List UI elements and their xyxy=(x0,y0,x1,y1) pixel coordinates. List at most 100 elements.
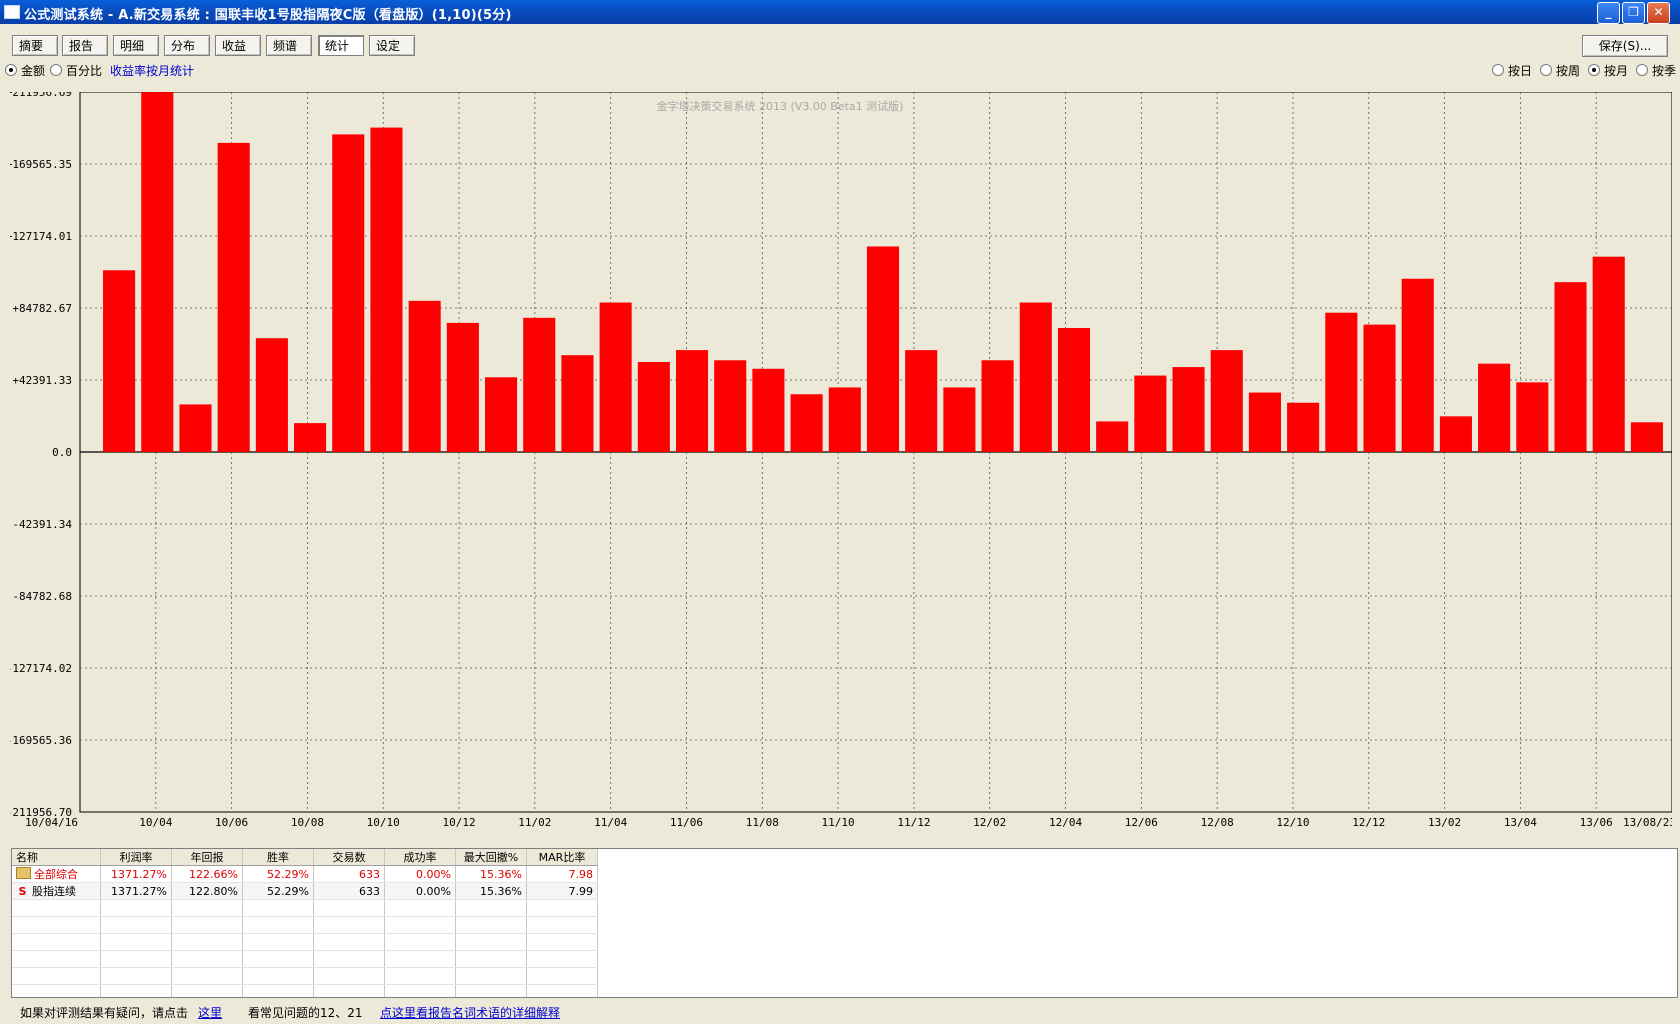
bar-12-12[interactable] xyxy=(1325,312,1358,452)
results-table: 名称 利润率 年回报 胜率 交易数 成功率 最大回撤% MAR比率 全部综合 1… xyxy=(12,849,598,997)
bar-11-03[interactable] xyxy=(523,317,556,452)
bar-11-02[interactable] xyxy=(485,377,518,452)
bar-10-05[interactable] xyxy=(141,92,174,452)
radio-day[interactable]: 按日 xyxy=(1492,63,1532,79)
bar-11-06[interactable] xyxy=(637,361,670,452)
bar-11-11[interactable] xyxy=(828,387,861,452)
col-trade-count[interactable]: 交易数 xyxy=(313,849,385,866)
bar-10-06[interactable] xyxy=(179,404,212,452)
status-here-link[interactable]: 这里 xyxy=(198,1004,222,1021)
bar-10-08[interactable] xyxy=(255,338,288,452)
table-row[interactable]: 全部综合 1371.27% 122.66% 52.29% 633 0.00% 1… xyxy=(12,865,598,883)
empty-row xyxy=(12,950,598,968)
row-name-cell: 全部综合 xyxy=(12,865,101,883)
bar-12-06[interactable] xyxy=(1096,421,1129,452)
bar-11-12[interactable] xyxy=(866,246,900,452)
tab-report[interactable]: 报告 xyxy=(62,35,108,56)
cell-annual-return: 122.80% xyxy=(171,882,243,900)
col-annual-return[interactable]: 年回报 xyxy=(171,849,243,866)
col-name[interactable]: 名称 xyxy=(12,849,101,866)
bar-12-08[interactable] xyxy=(1172,367,1205,452)
y-tick-label: -127174.02 xyxy=(10,662,72,675)
radio-quarter[interactable]: 按季 xyxy=(1636,63,1676,79)
bar-12-07[interactable] xyxy=(1134,375,1167,452)
bar-10-09[interactable] xyxy=(294,423,327,452)
x-tick-label: 12/12 xyxy=(1352,816,1385,829)
bar-11-07[interactable] xyxy=(675,350,709,452)
bar-13-03[interactable] xyxy=(1439,416,1472,452)
bar-10-12[interactable] xyxy=(408,300,441,452)
bar-10-07[interactable] xyxy=(217,142,250,452)
radio-percent[interactable]: 百分比 xyxy=(50,63,102,79)
title-bar: 公式测试系统 - A.新交易系统 : 国联丰收1号股指隔夜C版（看盘版）(1,1… xyxy=(0,0,1680,24)
status-prefix: 如果对评测结果有疑问，请点击 xyxy=(20,1006,189,1020)
tab-settings[interactable]: 设定 xyxy=(369,35,415,56)
radio-quarter-label: 按季 xyxy=(1652,64,1677,78)
col-max-drawdown[interactable]: 最大回撤% xyxy=(455,849,527,866)
tab-summary[interactable]: 摘要 xyxy=(12,35,58,56)
bar-13-08[interactable] xyxy=(1630,422,1663,452)
bar-13-06[interactable] xyxy=(1554,282,1587,452)
status-glossary-link[interactable]: 点这里看报告名词术语的详细解释 xyxy=(380,1004,560,1021)
bar-11-08[interactable] xyxy=(714,360,747,452)
restore-button[interactable]: ❐ xyxy=(1622,2,1645,24)
bar-12-11[interactable] xyxy=(1287,402,1320,452)
bar-10-11[interactable] xyxy=(370,127,403,452)
bar-13-07[interactable] xyxy=(1592,256,1625,452)
minimize-button[interactable]: _ xyxy=(1597,2,1620,24)
bar-12-10[interactable] xyxy=(1248,392,1281,452)
bar-13-02[interactable] xyxy=(1401,278,1434,452)
radio-week-label: 按周 xyxy=(1556,64,1581,78)
tab-spectrum[interactable]: 频谱 xyxy=(266,35,312,56)
x-tick-label: 12/08 xyxy=(1201,816,1234,829)
col-mar-ratio[interactable]: MAR比率 xyxy=(526,849,598,866)
bar-12-05[interactable] xyxy=(1057,328,1091,452)
folder-icon xyxy=(16,867,31,879)
col-win-rate[interactable]: 胜率 xyxy=(242,849,314,866)
cell-trade-count: 633 xyxy=(313,865,385,883)
bar-12-03[interactable] xyxy=(981,360,1014,452)
bar-10-10[interactable] xyxy=(332,134,365,452)
bar-13-05[interactable] xyxy=(1516,382,1549,452)
bar-13-01[interactable] xyxy=(1363,324,1396,452)
radio-amount-label: 金额 xyxy=(21,64,46,78)
tab-statistics[interactable]: 统计 xyxy=(318,35,364,56)
tab-detail[interactable]: 明细 xyxy=(113,35,159,56)
bar-11-09[interactable] xyxy=(752,368,785,452)
close-button[interactable]: ✕ xyxy=(1647,2,1670,24)
monthly-returns-chart: +211956.69 +169565.35 +127174.01 +84782.67 +… xyxy=(10,92,1672,829)
bar-11-04[interactable] xyxy=(561,355,594,452)
table-row[interactable]: S 股指连续 1371.27% 122.80% 52.29% 633 0.00% … xyxy=(12,882,598,900)
bar-10-04[interactable] xyxy=(103,270,136,452)
bar-12-01[interactable] xyxy=(905,350,938,452)
bar-12-02[interactable] xyxy=(943,387,976,452)
col-profit-rate[interactable]: 利润率 xyxy=(100,849,172,866)
bar-11-10[interactable] xyxy=(790,394,823,452)
x-tick-label: 13/06 xyxy=(1580,816,1613,829)
radio-month[interactable]: 按月 xyxy=(1588,63,1628,79)
tab-returns[interactable]: 收益 xyxy=(215,35,261,56)
monthly-return-note: 收益率按月统计 xyxy=(110,64,195,78)
y-tick-label: +169565.35 xyxy=(10,158,72,171)
bar-12-04[interactable] xyxy=(1019,302,1052,452)
radio-amount[interactable]: 金额 xyxy=(5,63,45,79)
cell-profit-rate: 1371.27% xyxy=(100,865,172,883)
save-button[interactable]: 保存(S)... xyxy=(1582,35,1668,57)
empty-row xyxy=(12,916,598,934)
tab-distribution[interactable]: 分布 xyxy=(164,35,210,56)
status-faq: 看常见问题的12、21 xyxy=(248,1006,363,1020)
row-name-cell: S 股指连续 xyxy=(12,882,101,900)
bar-13-04[interactable] xyxy=(1478,363,1511,452)
bar-12-09[interactable] xyxy=(1210,350,1243,452)
x-tick-label: 13/02 xyxy=(1428,816,1461,829)
status-bar: 如果对评测结果有疑问，请点击 这里 看常见问题的12、21 点这里看报告名词术语… xyxy=(0,1000,1680,1024)
x-tick-label: 11/02 xyxy=(518,816,551,829)
bar-11-05[interactable] xyxy=(599,302,632,452)
x-tick-label: 12/06 xyxy=(1125,816,1158,829)
empty-row xyxy=(12,933,598,951)
cell-success-rate: 0.00% xyxy=(384,882,456,900)
radio-week[interactable]: 按周 xyxy=(1540,63,1580,79)
radio-dot xyxy=(1540,64,1552,76)
bar-11-01[interactable] xyxy=(446,322,479,452)
col-success-rate[interactable]: 成功率 xyxy=(384,849,456,866)
